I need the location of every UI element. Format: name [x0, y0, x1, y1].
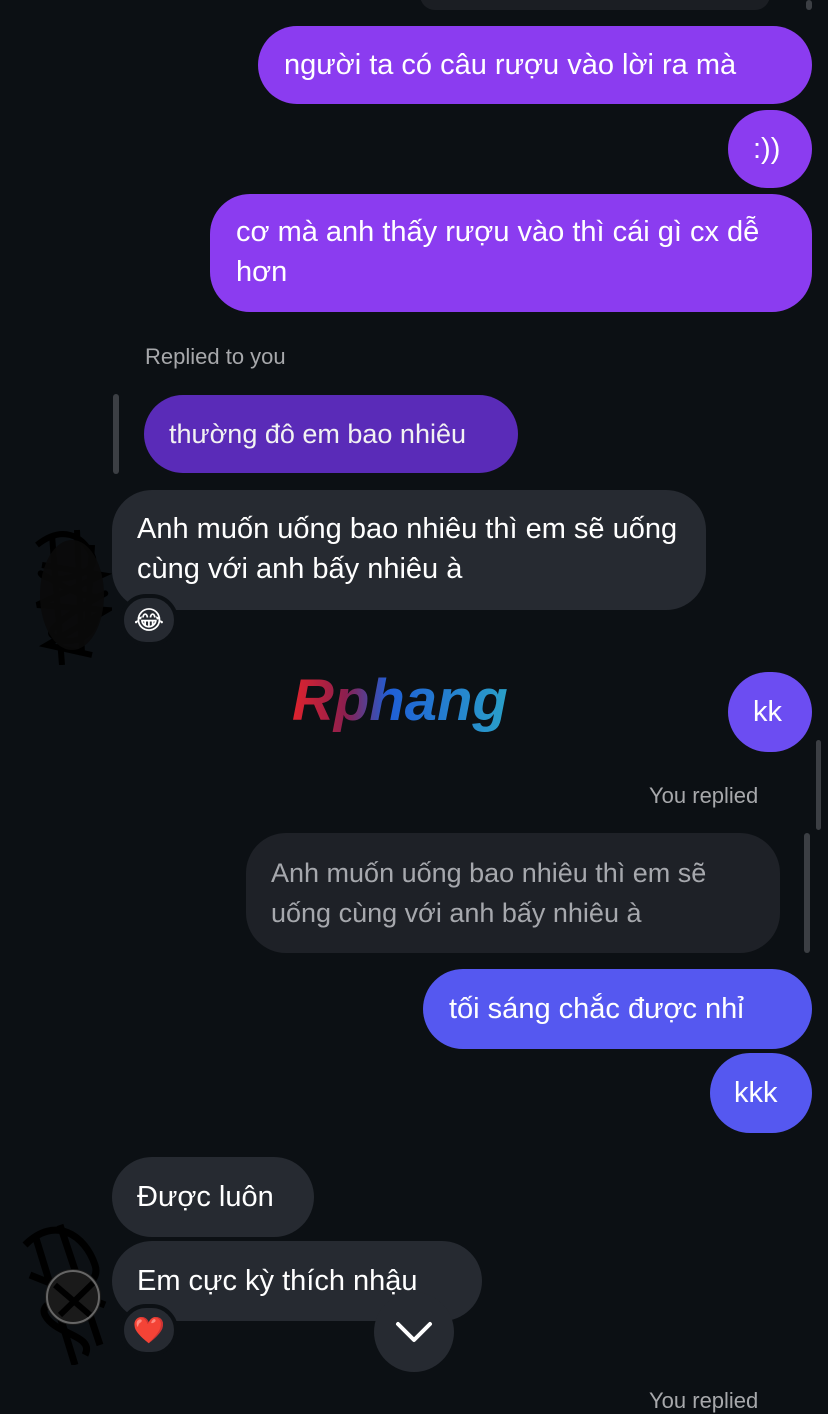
watermark-text: Rphang — [292, 668, 508, 733]
message-text: Anh muốn uống bao nhiêu thì em sẽ uống c… — [137, 513, 678, 585]
message-bubble-outgoing[interactable]: kkk — [710, 1053, 812, 1133]
message-bubble-outgoing[interactable]: :)) — [728, 110, 812, 188]
avatar[interactable] — [15, 1205, 115, 1365]
heart-emoji-icon: ❤️ — [132, 1314, 166, 1345]
reply-indicator-bar — [804, 833, 810, 953]
message-text: người ta có câu rượu vào lời ra mà — [284, 49, 737, 81]
chevron-down-icon — [396, 1322, 432, 1342]
watermark-logo: Rphang — [292, 668, 508, 733]
message-text: kkk — [734, 1077, 778, 1109]
replied-to-label: Replied to you — [145, 344, 286, 369]
message-bubble-incoming[interactable]: Anh muốn uống bao nhiêu thì em sẽ uống c… — [112, 490, 706, 610]
message-text: Em cực kỳ thích nhậu — [137, 1265, 418, 1297]
reaction-badge[interactable]: ❤️ — [120, 1304, 178, 1356]
you-replied-label: You replied — [649, 783, 759, 808]
message-bubble-outgoing[interactable]: kk — [728, 672, 812, 752]
message-text: thường đô em bao nhiêu — [169, 419, 466, 449]
message-bubble-outgoing[interactable]: tối sáng chắc được nhỉ — [423, 969, 812, 1049]
scroll-to-bottom-button[interactable] — [374, 1292, 454, 1372]
reply-indicator-bar — [113, 394, 119, 474]
message-text: Được luôn — [137, 1181, 274, 1213]
message-text: :)) — [753, 133, 781, 165]
avatar[interactable] — [22, 515, 112, 665]
message-bubble-outgoing[interactable]: cơ mà anh thấy rượu vào thì cái gì cx dễ… — [210, 194, 812, 312]
message-text: tối sáng chắc được nhỉ — [449, 993, 744, 1025]
scroll-indicator — [816, 740, 821, 830]
previous-message-edge — [420, 0, 770, 10]
message-text: Anh muốn uống bao nhiêu thì em sẽ uống c… — [271, 858, 707, 928]
laughing-emoji-icon: 😂 — [133, 604, 165, 635]
quoted-message[interactable]: thường đô em bao nhiêu — [144, 395, 518, 473]
message-bubble-incoming[interactable]: Được luôn — [112, 1157, 314, 1237]
reaction-badge[interactable]: 😂 — [120, 594, 178, 646]
message-text: cơ mà anh thấy rượu vào thì cái gì cx dễ… — [236, 216, 760, 288]
you-replied-label: You replied — [649, 1388, 759, 1413]
message-text: kk — [753, 696, 782, 728]
quoted-message[interactable]: Anh muốn uống bao nhiêu thì em sẽ uống c… — [246, 833, 780, 953]
message-bubble-outgoing[interactable]: người ta có câu rượu vào lời ra mà — [258, 26, 812, 104]
scroll-indicator — [806, 0, 812, 10]
